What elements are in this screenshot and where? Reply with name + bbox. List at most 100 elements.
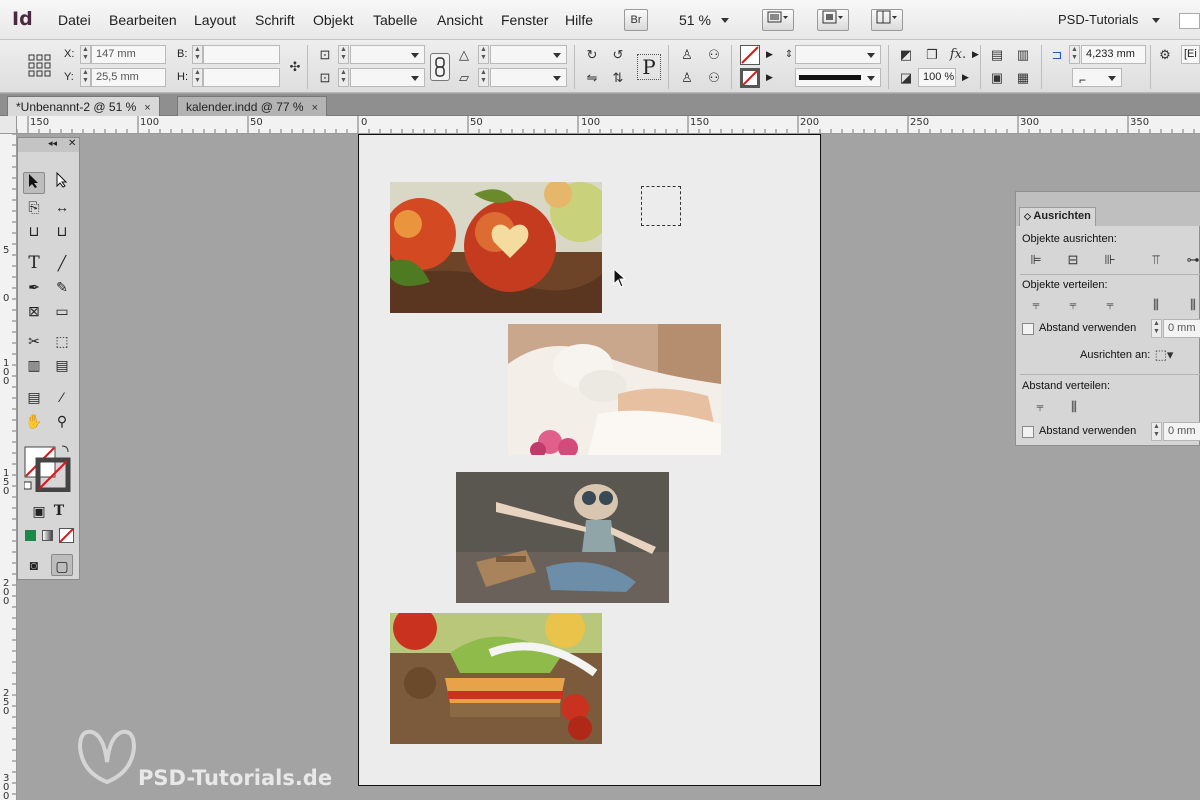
- gradient-swatch-tool-icon[interactable]: ▥: [23, 354, 45, 376]
- zoom-dropdown-icon[interactable]: [721, 13, 729, 27]
- x-stepper[interactable]: ▲ ▼: [80, 45, 91, 64]
- search-field[interactable]: [1179, 13, 1200, 29]
- pencil-tool-icon[interactable]: ✎: [51, 276, 73, 298]
- opacity-field[interactable]: 100 %: [918, 68, 956, 87]
- distribute-vspace-icon[interactable]: ⫧: [1028, 397, 1052, 417]
- scale-y-dropdown[interactable]: [350, 68, 425, 87]
- stroke-none-swatch[interactable]: [740, 68, 760, 88]
- content-collector-icon[interactable]: ⊔: [23, 220, 45, 242]
- workspace-dropdown-icon[interactable]: [1152, 13, 1160, 27]
- spacing-field[interactable]: 0 mm: [1163, 319, 1200, 338]
- menu-tabelle[interactable]: Tabelle: [373, 12, 417, 28]
- height-stepper[interactable]: ▲ ▼: [192, 68, 203, 87]
- content-placer-icon[interactable]: ⊔: [51, 220, 73, 242]
- menu-objekt[interactable]: Objekt: [313, 12, 353, 28]
- rectangle-tool-icon[interactable]: ▭: [51, 300, 73, 322]
- align-top-icon[interactable]: ⫪: [1144, 250, 1168, 270]
- note-tool-icon[interactable]: ▤: [23, 386, 45, 408]
- text-wrap-none-icon[interactable]: ▤: [987, 45, 1007, 65]
- zoom-tool-icon[interactable]: ⚲: [51, 410, 73, 432]
- hand-tool-icon[interactable]: ✋: [23, 410, 45, 432]
- apply-none-icon[interactable]: [59, 528, 74, 543]
- scale-x-stepper[interactable]: ▲ ▼: [338, 45, 349, 64]
- type-tool-icon[interactable]: T: [23, 252, 45, 274]
- collapse-icon[interactable]: ◂◂: [48, 138, 57, 149]
- view-options-button[interactable]: [762, 9, 794, 31]
- horizontal-ruler[interactable]: 150 100 50 0 50 100 150 200 250 300 350: [17, 116, 1200, 134]
- rotate-stepper[interactable]: ▲ ▼: [478, 45, 489, 64]
- stroke-offset-stepper[interactable]: ▲ ▼: [1069, 45, 1080, 64]
- zoom-level[interactable]: 51 %: [679, 12, 711, 28]
- shear-stepper[interactable]: ▲ ▼: [478, 68, 489, 87]
- shear-dropdown[interactable]: [490, 68, 567, 87]
- menu-ansicht[interactable]: Ansicht: [437, 12, 483, 28]
- distribute-hcenter-icon[interactable]: ⫼: [1181, 295, 1200, 315]
- constrain-proportions-icon[interactable]: ✣: [285, 57, 305, 77]
- stroke-weight-dropdown[interactable]: [795, 45, 881, 64]
- apply-gradient-icon[interactable]: [42, 530, 53, 541]
- normal-view-icon[interactable]: ◙: [23, 554, 45, 576]
- vegetables-sandwich-photo[interactable]: [390, 613, 602, 744]
- text-wrap-jump-icon[interactable]: ▦: [1013, 68, 1033, 88]
- close-icon[interactable]: ×: [144, 102, 150, 114]
- shadow-toggle-icon[interactable]: ❐: [922, 45, 942, 65]
- spacing-stepper[interactable]: ▲ ▼: [1151, 319, 1162, 338]
- fill-stroke-swatches[interactable]: [23, 444, 72, 493]
- select-next-icon[interactable]: ⚇: [704, 68, 724, 88]
- line-tool-icon[interactable]: ╱: [51, 252, 73, 274]
- formatting-text-icon[interactable]: T: [48, 500, 70, 522]
- flip-vertical-icon[interactable]: ⇅: [608, 68, 628, 88]
- arrange-documents-button[interactable]: [871, 9, 903, 31]
- distribute-hspace-icon[interactable]: ⫼: [1062, 397, 1086, 417]
- tab-kalender[interactable]: kalender.indd @ 77 % ×: [177, 96, 328, 116]
- close-icon[interactable]: ✕: [68, 138, 76, 149]
- scissors-tool-icon[interactable]: ✂: [23, 330, 45, 352]
- formatting-container-icon[interactable]: ▣: [28, 500, 50, 522]
- use-spacing-2-checkbox[interactable]: [1022, 426, 1034, 438]
- opacity-arrow-icon[interactable]: ▶: [962, 72, 969, 83]
- menu-datei[interactable]: Datei: [58, 12, 91, 28]
- use-spacing-checkbox[interactable]: [1022, 323, 1034, 335]
- fill-arrow-icon[interactable]: ▶: [766, 49, 773, 60]
- flip-horizontal-icon[interactable]: ⇋: [582, 68, 602, 88]
- distribute-vcenter-icon[interactable]: ⫧: [1061, 295, 1085, 315]
- align-right-icon[interactable]: ⊪: [1098, 250, 1122, 270]
- align-to-selection-icon[interactable]: ⬚▾: [1149, 345, 1179, 365]
- fill-none-swatch[interactable]: [740, 45, 760, 65]
- selection-tool-icon[interactable]: [23, 172, 45, 194]
- x-field[interactable]: 147 mm: [91, 45, 166, 64]
- gap-tool-icon[interactable]: ↔: [51, 196, 73, 218]
- scale-x-dropdown[interactable]: [350, 45, 425, 64]
- spacing-2-field[interactable]: 0 mm: [1163, 422, 1200, 441]
- menu-bearbeiten[interactable]: Bearbeiten: [109, 12, 177, 28]
- menu-hilfe[interactable]: Hilfe: [565, 12, 593, 28]
- width-field[interactable]: [203, 45, 280, 64]
- tab-ausrichten[interactable]: ◇ Ausrichten: [1019, 207, 1096, 226]
- align-hcenter-icon[interactable]: ⊟: [1061, 250, 1085, 270]
- rotate-ccw-icon[interactable]: ↺: [608, 45, 628, 65]
- bridge-button[interactable]: Br: [624, 9, 648, 31]
- menu-layout[interactable]: Layout: [194, 12, 236, 28]
- pen-tool-icon[interactable]: ✒: [23, 276, 45, 298]
- direct-selection-tool-icon[interactable]: [51, 171, 73, 194]
- distribute-bottom-icon[interactable]: ⫧: [1098, 295, 1122, 315]
- spacing-2-stepper[interactable]: ▲ ▼: [1151, 422, 1162, 441]
- y-stepper[interactable]: ▲ ▼: [80, 68, 91, 87]
- page-tool-icon[interactable]: ⎘: [23, 196, 45, 218]
- workspace-switcher[interactable]: PSD-Tutorials: [1058, 12, 1138, 27]
- rotate-cw-icon[interactable]: ↻: [582, 45, 602, 65]
- distribute-top-icon[interactable]: ⫧: [1024, 295, 1048, 315]
- gradient-feather-tool-icon[interactable]: ▤: [51, 354, 73, 376]
- ruler-origin[interactable]: [0, 116, 17, 134]
- text-wrap-bbox-icon[interactable]: ▥: [1013, 45, 1033, 65]
- select-previous-icon[interactable]: ⚇: [704, 45, 724, 65]
- close-icon[interactable]: ×: [312, 102, 318, 114]
- stroke-offset-field[interactable]: 4,233 mm: [1081, 45, 1146, 64]
- menu-fenster[interactable]: Fenster: [501, 12, 548, 28]
- chain-link-icon[interactable]: [430, 53, 450, 81]
- truncated-field[interactable]: [Ei: [1181, 45, 1200, 64]
- apples-photo[interactable]: [390, 182, 602, 313]
- eyedropper-tool-icon[interactable]: ⁄: [51, 386, 73, 408]
- stroke-arrow-icon[interactable]: ▶: [766, 72, 773, 83]
- free-transform-tool-icon[interactable]: ⬚: [51, 330, 73, 352]
